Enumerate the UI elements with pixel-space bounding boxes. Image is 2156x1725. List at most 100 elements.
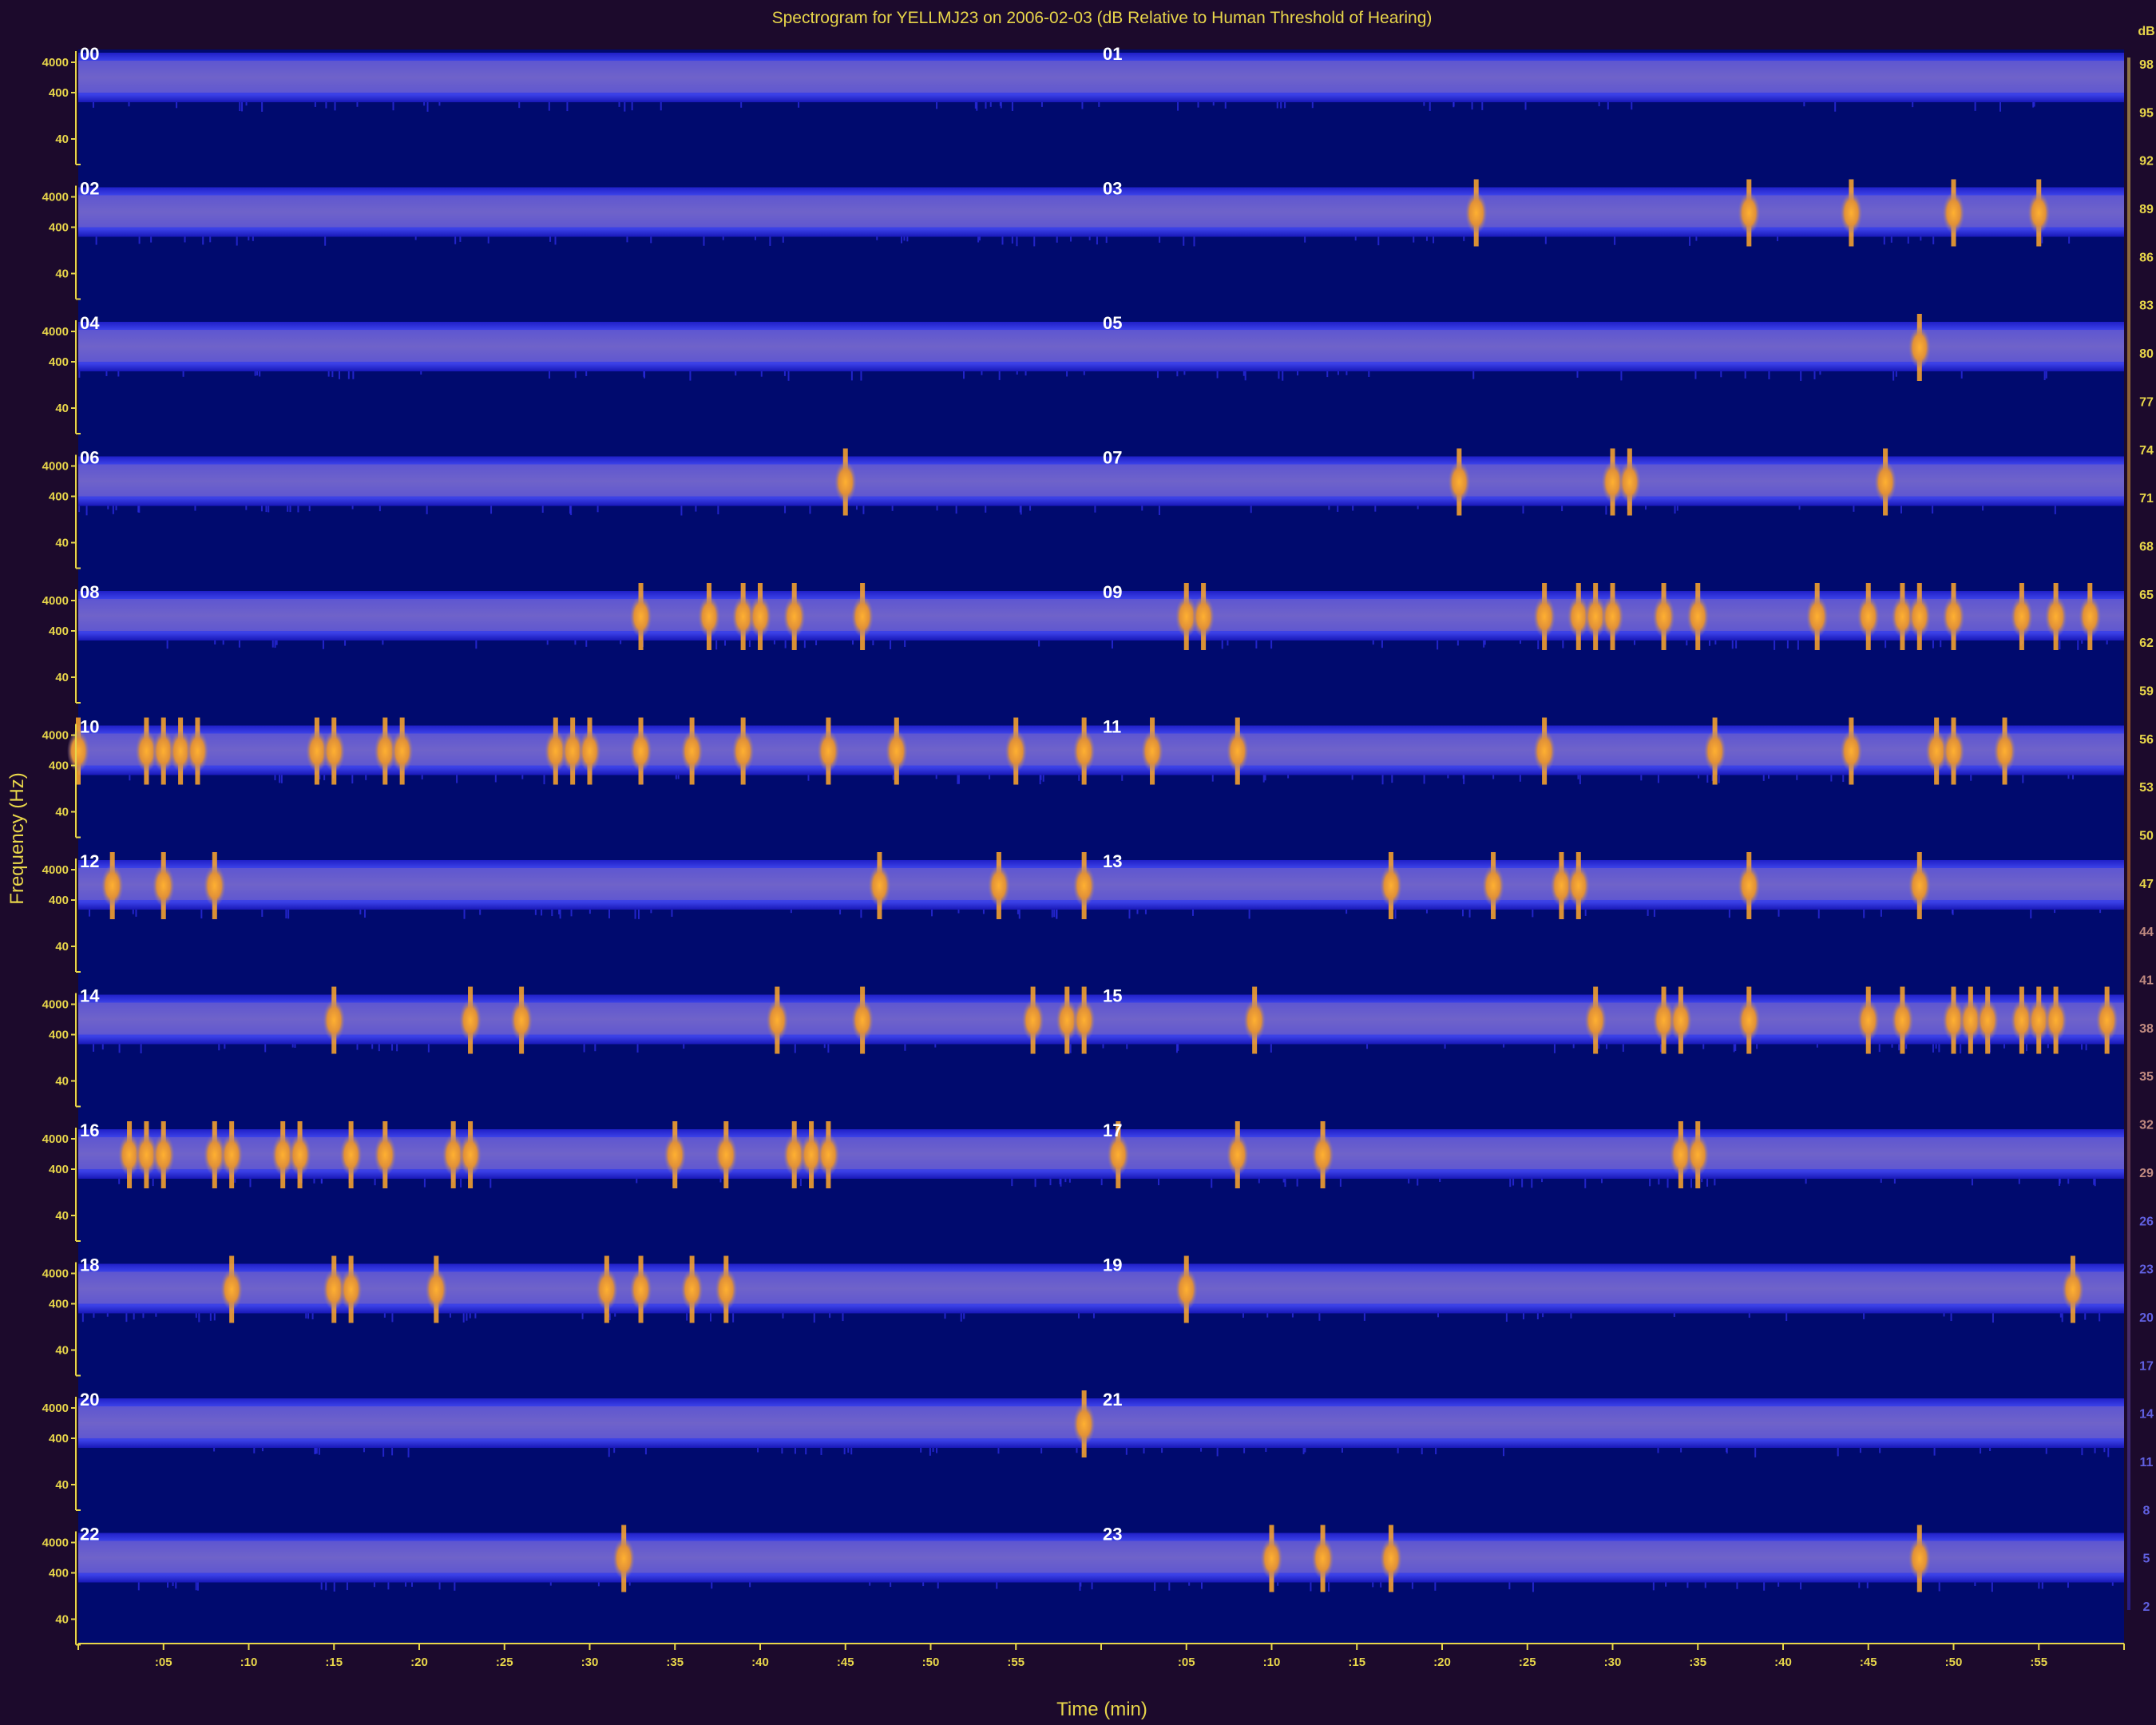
noise-mark (2106, 640, 2108, 644)
noise-mark (805, 1448, 807, 1455)
noise-mark (1579, 775, 1581, 784)
noise-mark (1720, 371, 1722, 378)
colorbar-tick: 23 (2139, 1263, 2154, 1277)
noise-mark (715, 640, 718, 650)
noise-mark (1508, 1582, 1511, 1590)
noise-mark (1417, 1179, 1419, 1186)
noise-mark (1859, 1448, 1861, 1453)
noise-mark (1328, 506, 1330, 510)
noise-mark (320, 1582, 323, 1590)
noise-mark (644, 371, 646, 379)
y-tick-label: 400 (49, 1029, 69, 1042)
colorbar-tick: 5 (2143, 1552, 2150, 1566)
noise-mark (1708, 640, 1710, 646)
noise-mark (1796, 775, 1798, 780)
noise-mark (1726, 1448, 1728, 1453)
noise-mark (209, 236, 212, 243)
event-glow (2010, 596, 2033, 637)
noise-mark (2103, 1448, 2106, 1453)
noise-mark (1284, 102, 1286, 109)
noise-mark (769, 236, 771, 246)
colorbar-unit: dB (2138, 25, 2154, 38)
noise-mark (462, 1313, 465, 1322)
noise-mark (1502, 1448, 1504, 1457)
noise-mark (549, 371, 551, 379)
noise-mark (2025, 1044, 2027, 1052)
noise-mark (195, 1582, 197, 1591)
colorbar-tick: 20 (2139, 1311, 2154, 1325)
noise-mark (735, 371, 737, 376)
noise-mark (521, 775, 524, 779)
noise-mark (680, 506, 683, 516)
noise-mark (1366, 1044, 1369, 1049)
hour-label: 17 (1103, 1120, 1122, 1140)
y-tick-label: 40 (55, 402, 69, 415)
noise-mark (396, 1044, 398, 1052)
event-glow (766, 999, 789, 1041)
noise-mark (118, 1179, 121, 1184)
event-glow (595, 1268, 618, 1311)
noise-mark (352, 371, 355, 379)
noise-mark (378, 506, 381, 512)
event-glow (1072, 999, 1096, 1041)
event-glow (1005, 730, 1028, 772)
noise-mark (585, 640, 588, 647)
noise-mark (1576, 371, 1579, 378)
colorbar-tick: 11 (2140, 1456, 2154, 1469)
noise-mark (570, 910, 573, 917)
noise-mark (997, 1448, 1000, 1454)
event-glow (715, 1134, 738, 1176)
noise-mark (1437, 1313, 1440, 1318)
noise-mark (374, 1179, 376, 1186)
noise-mark (1686, 1582, 1689, 1588)
noise-mark (722, 236, 724, 240)
noise-mark (1863, 910, 1865, 918)
hour-label: 14 (80, 986, 100, 1006)
noise-mark (1391, 775, 1393, 783)
noise-mark (371, 1044, 374, 1049)
noise-mark (594, 1044, 596, 1052)
noise-mark (589, 910, 591, 914)
noise-mark (1698, 775, 1700, 779)
colorbar-tick: 26 (2139, 1215, 2154, 1228)
noise-mark (265, 506, 268, 513)
noise-mark (1159, 236, 1161, 243)
noise-mark (363, 1448, 365, 1453)
noise-mark (200, 910, 203, 919)
noise-mark (280, 775, 283, 783)
noise-mark (1472, 371, 1475, 379)
noise-mark (1640, 775, 1643, 781)
noise-mark (1540, 1179, 1543, 1183)
colorbar-tick: 65 (2139, 589, 2154, 602)
noise-mark (1816, 1044, 1818, 1048)
noise-mark (1777, 236, 1779, 241)
noise-mark (1519, 775, 1521, 782)
hour-label: 09 (1103, 582, 1122, 602)
noise-mark (115, 506, 117, 510)
noise-mark (2085, 1044, 2087, 1051)
noise-mark (239, 102, 241, 112)
noise-mark (137, 1582, 140, 1591)
noise-mark (1038, 640, 1040, 647)
event-glow (1738, 192, 1761, 234)
noise-mark (1258, 1179, 1260, 1184)
noise-mark (184, 236, 186, 243)
noise-mark (784, 640, 787, 648)
noise-mark (1126, 1044, 1128, 1049)
noise-mark (222, 640, 224, 645)
colorbar-scale: dB 98 95 92 89 86 83 80 77 74 71 68 65 62 59 56 53 50 47 44… (2127, 25, 2155, 1614)
noise-mark (438, 102, 441, 106)
noise-mark (274, 640, 276, 648)
event-glow (1891, 999, 1914, 1041)
noise-mark (675, 775, 677, 779)
noise-mark (1797, 640, 1799, 650)
noise-mark (1695, 236, 1698, 241)
noise-mark (1830, 775, 1833, 782)
noise-mark (1890, 236, 1892, 243)
noise-mark (1224, 102, 1227, 109)
noise-mark (89, 910, 91, 917)
x-tick-label: :30 (1604, 1656, 1622, 1669)
noise-mark (2067, 775, 2070, 779)
noise-mark (1657, 1448, 1659, 1453)
noise-mark (1040, 775, 1042, 780)
